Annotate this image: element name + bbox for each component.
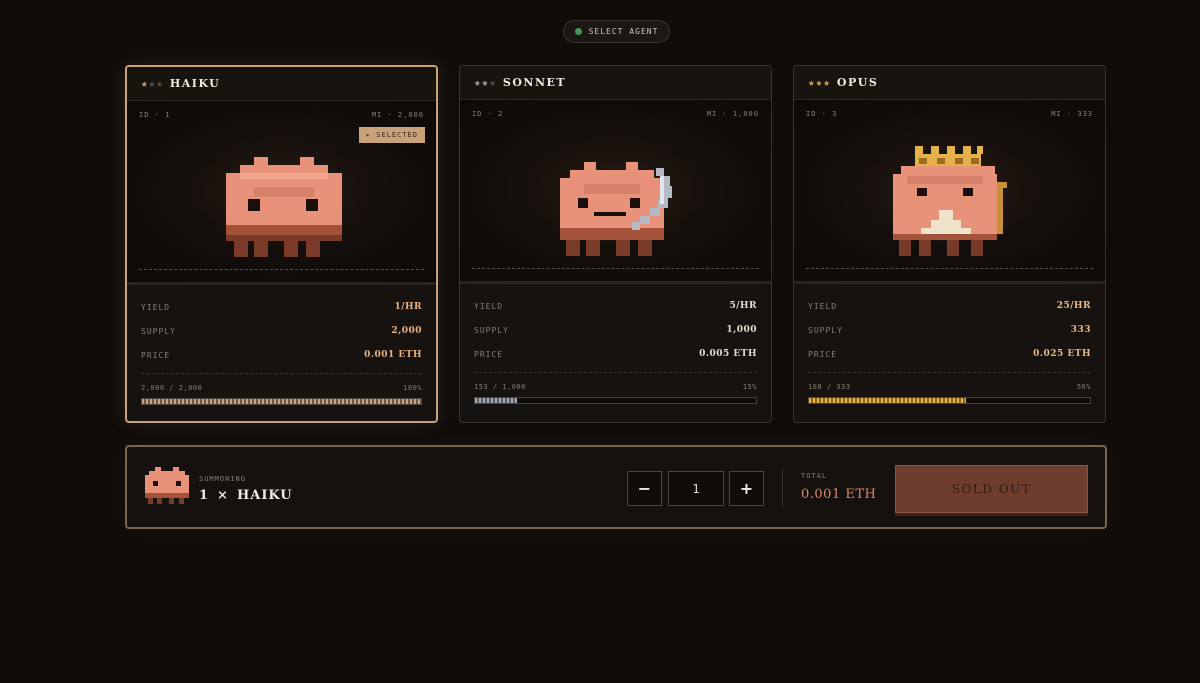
card-title: OPUS bbox=[836, 76, 879, 89]
stat-supply: SUPPLY 2,000 bbox=[141, 326, 422, 336]
sprite-stage: ID · 1 MI · 2,000 ▸ SELECTED bbox=[127, 101, 436, 285]
tier-stars-icon: ★ ★ ★ bbox=[808, 76, 830, 89]
card-title: HAIKU bbox=[169, 77, 221, 90]
agent-card-sonnet[interactable]: ★ ★ ★ SONNET ID · 2 MI · 1,000 YIELD 5/H… bbox=[459, 65, 772, 423]
selected-badge: ▸ SELECTED bbox=[358, 127, 425, 143]
stat-price: PRICE 0.001 ETH bbox=[141, 350, 422, 360]
agent-id: ID · 2 bbox=[472, 110, 504, 118]
stat-price: PRICE 0.005 ETH bbox=[474, 349, 757, 359]
sold-out-button[interactable]: SOLD OUT bbox=[895, 465, 1088, 513]
progress-label: 188 / 333 56% bbox=[808, 383, 1091, 391]
agent-max: MI · 1,000 bbox=[706, 110, 759, 118]
card-header: ★ ★ ★ SONNET bbox=[460, 66, 771, 100]
sprite-stage: ID · 2 MI · 1,000 bbox=[460, 100, 771, 284]
progress-label: 2,000 / 2,000 100% bbox=[141, 384, 422, 392]
status-dot-icon bbox=[574, 28, 582, 35]
total-value: 0.001 ETH bbox=[801, 487, 877, 502]
sonnet-creature-icon bbox=[560, 162, 672, 256]
stats-panel: YIELD 25/HR SUPPLY 333 PRICE 0.025 ETH 188 … bbox=[794, 284, 1105, 404]
haiku-creature-icon bbox=[226, 157, 342, 257]
stat-yield: YIELD 25/HR bbox=[808, 301, 1091, 311]
total-label: TOTAL bbox=[801, 472, 828, 480]
card-header: ★ ★ ★ HAIKU bbox=[127, 67, 436, 101]
quantity-input[interactable] bbox=[668, 471, 724, 506]
select-agent-pill: SELECT AGENT bbox=[563, 20, 670, 43]
agent-card-haiku[interactable]: ★★★ HAIKU ID · 1 MI · 2,000 ▸ SELECTED bbox=[125, 65, 438, 423]
progress-bar bbox=[474, 397, 757, 404]
card-header: ★ ★ ★ OPUS bbox=[794, 66, 1105, 100]
agent-card-opus[interactable]: ★ ★ ★ OPUS ID · 3 MI · 333 YIELD 25/HR S… bbox=[793, 65, 1106, 423]
summoning-label: SUMMONING bbox=[199, 475, 246, 483]
summoning-value: 1 × HAIKU bbox=[199, 488, 293, 503]
ground-line bbox=[472, 268, 759, 269]
decrement-button[interactable]: − bbox=[627, 471, 662, 506]
agent-max: MI · 2,000 bbox=[371, 111, 424, 119]
stat-supply: SUPPLY 1,000 bbox=[474, 325, 757, 335]
divider bbox=[782, 469, 783, 507]
stat-yield: YIELD 5/HR bbox=[474, 301, 757, 311]
sprite-stage: ID · 3 MI · 333 bbox=[794, 100, 1105, 284]
agent-id: ID · 3 bbox=[806, 110, 838, 118]
tier-stars-icon: ★ ★ ★ bbox=[474, 76, 496, 89]
stats-panel: YIELD 5/HR SUPPLY 1,000 PRICE 0.005 ETH 153… bbox=[460, 284, 771, 404]
stat-price: PRICE 0.025 ETH bbox=[808, 349, 1091, 359]
progress-bar bbox=[141, 398, 422, 405]
card-title: SONNET bbox=[502, 76, 567, 89]
progress-bar bbox=[808, 397, 1091, 404]
stat-supply: SUPPLY 333 bbox=[808, 325, 1091, 335]
ground-line bbox=[139, 269, 424, 270]
stat-yield: YIELD 1/HR bbox=[141, 302, 422, 312]
agent-max: MI · 333 bbox=[1051, 110, 1093, 118]
ground-line bbox=[806, 268, 1093, 269]
stats-panel: YIELD 1/HR SUPPLY 2,000 PRICE 0.001 ETH 2,0… bbox=[127, 285, 436, 405]
haiku-thumbnail-icon bbox=[145, 467, 189, 504]
increment-button[interactable]: + bbox=[729, 471, 764, 506]
summon-panel: SUMMONING 1×HAIKU − + TOTAL 0.001 ETH SO… bbox=[125, 445, 1107, 529]
select-agent-label: SELECT AGENT bbox=[588, 27, 659, 36]
progress-label: 153 / 1,000 15% bbox=[474, 383, 757, 391]
opus-creature-icon bbox=[893, 146, 1007, 256]
tier-stars-icon: ★ ★ ★ bbox=[141, 77, 163, 90]
agent-id: ID · 1 bbox=[139, 111, 171, 119]
